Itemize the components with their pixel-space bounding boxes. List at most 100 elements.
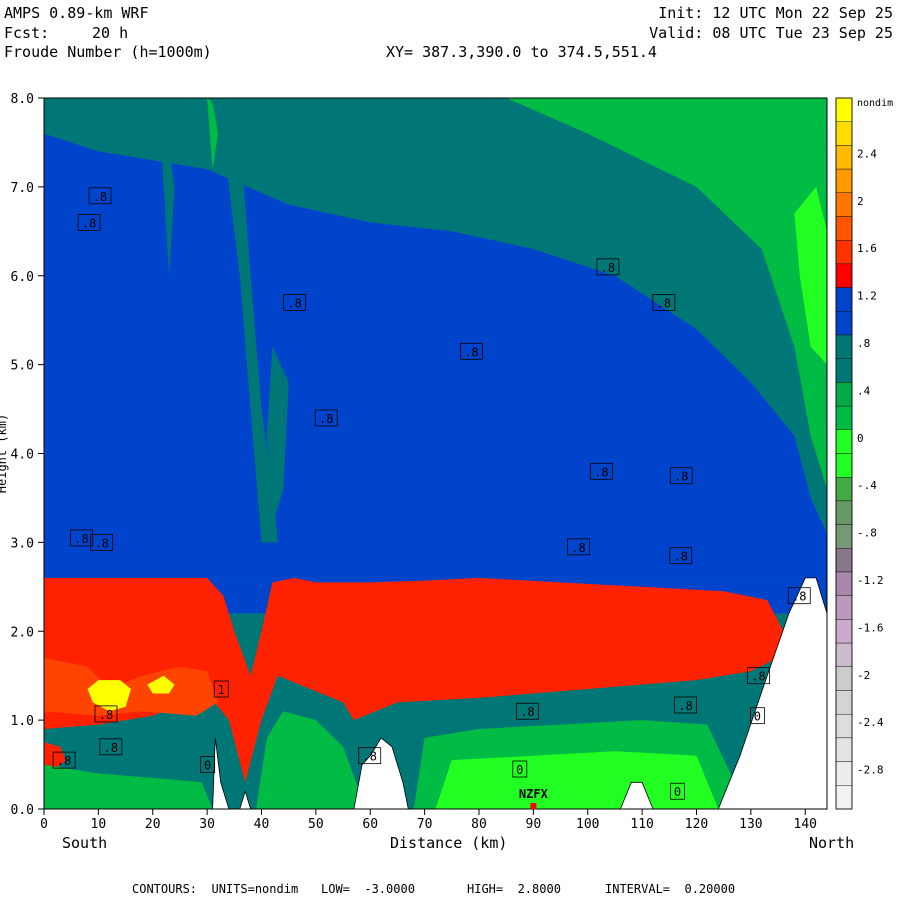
contour-label-3: .8 [319, 412, 333, 426]
contour-label-20: .8 [678, 699, 692, 713]
x-label-south: South [62, 834, 108, 852]
contour-label-18: .8 [362, 750, 376, 764]
colorbar-swatch-6 [835, 239, 853, 265]
footer-low: LOW= -3.0000 [321, 882, 415, 896]
colorbar-label-7: -.4 [857, 479, 877, 492]
colorbar: nondim 2.4 2 1.6 1.2 .8 .4 0 -.4 -.8 -1.2 -1.6 -2 -2.… [835, 97, 893, 810]
colorbar-swatch-8 [835, 287, 853, 312]
footer-units: CONTOURS: UNITS=nondim [132, 882, 299, 896]
contour-label-2: .8 [287, 296, 301, 310]
field-title: Froude Number (h=1000m) [4, 43, 212, 61]
contour-label-6: .8 [657, 296, 671, 310]
colorbar-swatch-3 [835, 168, 853, 194]
contour-label-22: 0 [754, 710, 761, 724]
x-tick-label-7: 70 [417, 817, 433, 832]
x-tick-label-2: 20 [145, 817, 161, 832]
x-tick-label-1: 10 [91, 817, 107, 832]
contour-label-1: .8 [82, 216, 96, 230]
colorbar-label-5: .4 [857, 384, 871, 397]
contour-label-23: 0 [204, 759, 211, 773]
colorbar-swatch-5 [835, 216, 853, 241]
colorbar-swatch-27 [835, 737, 853, 762]
station-label: NZFX [519, 787, 549, 801]
colorbar-swatch-16 [835, 477, 853, 502]
x-tick-label-0: 0 [40, 817, 48, 832]
contour-label-16: .8 [104, 741, 118, 755]
colorbar-swatch-12 [835, 382, 853, 407]
fcst-label: Fcst: [4, 24, 50, 42]
colorbar-label-12: -2.4 [857, 716, 884, 729]
x-axis-title: Distance (km) [390, 834, 508, 852]
colorbar-swatch-23 [835, 642, 853, 667]
contour-label-14: 1 [218, 683, 225, 697]
colorbar-swatch-2 [835, 145, 853, 170]
colorbar-swatch-21 [835, 595, 853, 620]
colorbar-swatch-28 [835, 761, 853, 786]
fcst-value: 20 h [92, 24, 129, 42]
colorbar-label-10: -1.6 [857, 621, 884, 634]
station-marker [530, 803, 537, 809]
colorbar-swatch-15 [835, 453, 853, 478]
colorbar-swatch-24 [835, 666, 853, 691]
colorbar-label-3: 1.2 [857, 290, 877, 303]
xy-endpoints: XY= 387.3,390.0 to 374.5,551.4 [386, 43, 657, 61]
colorbar-swatch-26 [835, 714, 853, 739]
colorbar-swatch-10 [835, 334, 853, 359]
x-tick-label-12: 120 [685, 817, 708, 832]
valid-time: Valid: 08 UTC Tue 23 Sep 25 [649, 24, 893, 42]
contour-label-9: .8 [74, 532, 88, 546]
y-tick-label-1: 1.0 [11, 714, 34, 729]
y-tick-label-3: 3.0 [11, 536, 34, 551]
x-tick-label-4: 40 [254, 817, 270, 832]
colorbar-label-13: -2.8 [857, 764, 884, 777]
contour-label-8: .8 [674, 470, 688, 484]
x-tick-label-9: 90 [526, 817, 542, 832]
colorbar-label-8: -.8 [857, 527, 877, 540]
y-axis-title: Height (km) [0, 414, 9, 493]
colorbar-swatch-18 [835, 524, 853, 549]
colorbar-swatch-22 [835, 619, 853, 644]
colorbar-label-11: -2 [857, 669, 870, 682]
colorbar-label-2: 1.6 [857, 242, 877, 255]
y-tick-label-5: 5.0 [11, 359, 34, 374]
x-tick-label-13: 130 [739, 817, 762, 832]
contour-label-5: .8 [601, 261, 615, 275]
colorbar-label-6: 0 [857, 432, 864, 445]
colorbar-swatch-1 [835, 121, 853, 146]
colorbar-label-1: 2 [857, 195, 864, 208]
x-tick-label-8: 80 [471, 817, 487, 832]
x-tick-label-6: 60 [362, 817, 378, 832]
y-tick-label-2: 2.0 [11, 625, 34, 640]
contour-label-21: .8 [751, 670, 765, 684]
colorbar-swatch-19 [835, 548, 853, 573]
contour-label-10: .8 [94, 536, 108, 550]
colorbar-swatch-13 [835, 405, 853, 431]
y-tick-label-0: 0.0 [11, 803, 34, 818]
footer-interval: INTERVAL= 0.20000 [605, 882, 736, 896]
colorbar-swatch-29 [835, 785, 853, 810]
colorbar-unit: nondim [857, 98, 893, 109]
colorbar-swatch-17 [835, 500, 853, 525]
colorbar-swatch-25 [835, 690, 853, 715]
colorbar-swatch-14 [835, 429, 853, 454]
colorbar-swatch-20 [835, 571, 853, 596]
colorbar-swatch-0 [835, 97, 853, 122]
contour-label-0: .8 [93, 190, 107, 204]
colorbar-label-4: .8 [857, 337, 870, 350]
contour-fill-layer [44, 98, 827, 809]
colorbar-swatch-11 [835, 358, 853, 383]
footer-high: HIGH= 2.8000 [467, 882, 561, 896]
model-title: AMPS 0.89-km WRF [4, 4, 149, 22]
contour-label-12: .8 [674, 550, 688, 564]
contour-label-19: .8 [520, 705, 534, 719]
y-tick-label-4: 4.0 [11, 448, 34, 463]
colorbar-swatch-9 [835, 311, 853, 336]
colorbar-label-9: -1.2 [857, 574, 884, 587]
region-lightgreen-valley [435, 751, 719, 809]
contour-label-24: 0 [516, 763, 523, 777]
x-tick-label-5: 50 [308, 817, 324, 832]
init-time: Init: 12 UTC Mon 22 Sep 25 [658, 4, 893, 22]
froude-cross-section-chart: 0 10 20 30 40 50 60 70 80 90 100 110 120 130 1400.01.0… [0, 92, 893, 832]
y-tick-label-6: 6.0 [11, 270, 34, 285]
contour-label-11: .8 [571, 541, 585, 555]
